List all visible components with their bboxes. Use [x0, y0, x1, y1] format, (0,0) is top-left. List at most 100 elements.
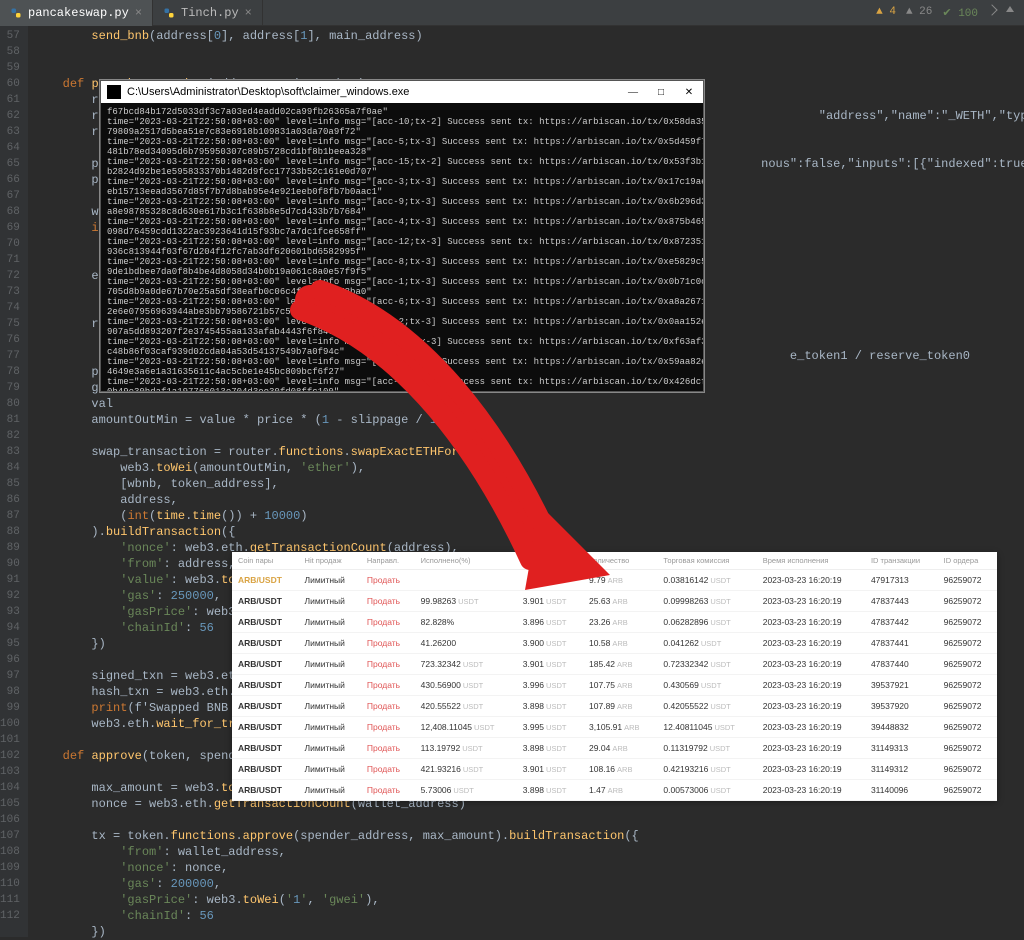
- table-cell: ARB/USDT: [232, 570, 299, 591]
- table-cell: 107.75ARB: [583, 675, 657, 696]
- table-cell: 47837442: [865, 612, 938, 633]
- table-cell: Лимитный: [299, 696, 361, 717]
- close-button[interactable]: ✕: [675, 81, 703, 103]
- table-header-cell: Направл.: [361, 552, 415, 570]
- table-cell: 2023-03-23 16:20:19: [757, 591, 865, 612]
- table-row[interactable]: ARB/USDTЛимитныйПродать723.32342USDT3.90…: [232, 654, 997, 675]
- trade-history-table[interactable]: Сoin пapыHit продажНаправл.Исполнено(%)Ц…: [232, 552, 997, 800]
- ok-count: ✔ 100: [942, 6, 978, 20]
- table-cell: 47837440: [865, 654, 938, 675]
- table-cell: 96259072: [938, 717, 997, 738]
- table-row[interactable]: ARB/USDTЛимитныйПродать113.19792USDT3.89…: [232, 738, 997, 759]
- terminal-window[interactable]: C:\Users\Administrator\Desktop\soft\clai…: [100, 80, 704, 392]
- table-cell: Продать: [361, 591, 415, 612]
- terminal-titlebar[interactable]: C:\Users\Administrator\Desktop\soft\clai…: [101, 81, 703, 103]
- table-cell: 3.896USDT: [517, 612, 583, 633]
- tab-label: pancakeswap.py: [28, 6, 129, 20]
- table-cell: 47837443: [865, 591, 938, 612]
- table-cell: 113.19792USDT: [415, 738, 517, 759]
- close-icon[interactable]: ×: [245, 6, 252, 20]
- table-cell: 420.55522USDT: [415, 696, 517, 717]
- table-cell: 39448832: [865, 717, 938, 738]
- table-cell: 3.901USDT: [517, 591, 583, 612]
- table-cell: 2023-03-23 16:20:19: [757, 780, 865, 801]
- table-cell: 29.04ARB: [583, 738, 657, 759]
- table-cell: ARB/USDT: [232, 738, 299, 759]
- table-cell: 39537920: [865, 696, 938, 717]
- table-header-cell: Hit продаж: [299, 552, 361, 570]
- table-cell: 39537921: [865, 675, 938, 696]
- table-cell: 3.996USDT: [517, 675, 583, 696]
- table-cell: 3.898USDT: [517, 738, 583, 759]
- table-cell: 3.901USDT: [517, 759, 583, 780]
- tab-pancakeswap[interactable]: pancakeswap.py ×: [0, 0, 153, 26]
- table-header-cell: Время исполнения: [757, 552, 865, 570]
- table-cell: 108.16ARB: [583, 759, 657, 780]
- table-cell: 12,408.11045USDT: [415, 717, 517, 738]
- table-row[interactable]: ARB/USDTЛимитныйПродать430.56900USDT3.99…: [232, 675, 997, 696]
- table-cell: 12.40811045USDT: [657, 717, 756, 738]
- table-cell: 31149313: [865, 738, 938, 759]
- table-row[interactable]: ARB/USDTЛимитныйПродать9.79ARB0.03816142…: [232, 570, 997, 591]
- window-controls: — □ ✕: [619, 81, 703, 103]
- table-cell: 0.42193216USDT: [657, 759, 756, 780]
- table-body: ARB/USDTЛимитныйПродать9.79ARB0.03816142…: [232, 570, 997, 801]
- minimize-button[interactable]: —: [619, 81, 647, 103]
- table-cell: 723.32342USDT: [415, 654, 517, 675]
- table-cell: 2023-03-23 16:20:19: [757, 570, 865, 591]
- table-cell: 96259072: [938, 675, 997, 696]
- table-row[interactable]: ARB/USDTЛимитныйПродать82.828%3.896USDT2…: [232, 612, 997, 633]
- table-cell: 47837441: [865, 633, 938, 654]
- table-cell: 1.47ARB: [583, 780, 657, 801]
- table-cell: 3.898USDT: [517, 696, 583, 717]
- maximize-button[interactable]: □: [647, 81, 675, 103]
- table-header-cell: Цена: [517, 552, 583, 570]
- table-cell: ARB/USDT: [232, 591, 299, 612]
- table-row[interactable]: ARB/USDTЛимитныйПродать41.262003.900USDT…: [232, 633, 997, 654]
- table-cell: [415, 570, 517, 591]
- table-header-cell: ID транзакции: [865, 552, 938, 570]
- table-cell: 3.900USDT: [517, 633, 583, 654]
- warnings-count: ▲ 4: [876, 6, 896, 20]
- trade-table: Сoin пapыHit продажНаправл.Исполнено(%)Ц…: [232, 552, 997, 801]
- table-cell: Продать: [361, 738, 415, 759]
- table-cell: 31140096: [865, 780, 938, 801]
- table-cell: 96259072: [938, 591, 997, 612]
- table-cell: 2023-03-23 16:20:19: [757, 612, 865, 633]
- table-cell: 96259072: [938, 633, 997, 654]
- inspection-status: ▲ 4 ▲ 26 ✔ 100: [876, 6, 1024, 20]
- chevron-right-icon[interactable]: [986, 4, 997, 15]
- table-row[interactable]: ARB/USDTЛимитныйПродать99.98263USDT3.901…: [232, 591, 997, 612]
- table-cell: Лимитный: [299, 654, 361, 675]
- table-cell: 0.430569USDT: [657, 675, 756, 696]
- table-cell: 2023-03-23 16:20:19: [757, 759, 865, 780]
- table-cell: 2023-03-23 16:20:19: [757, 717, 865, 738]
- table-cell: 2023-03-23 16:20:19: [757, 675, 865, 696]
- tab-tinch[interactable]: Tinch.py ×: [153, 0, 263, 26]
- table-cell: 47917313: [865, 570, 938, 591]
- terminal-output[interactable]: f67bcd84b172d5033df3c7a03ed4eadd02ca99fb…: [101, 103, 703, 391]
- close-icon[interactable]: ×: [135, 6, 142, 20]
- table-row[interactable]: ARB/USDTЛимитныйПродать12,408.11045USDT3…: [232, 717, 997, 738]
- table-row[interactable]: ARB/USDTЛимитныйПродать420.55522USDT3.89…: [232, 696, 997, 717]
- table-cell: 96259072: [938, 570, 997, 591]
- table-header-cell: Количество: [583, 552, 657, 570]
- table-row[interactable]: ARB/USDTЛимитныйПродать421.93216USDT3.90…: [232, 759, 997, 780]
- table-cell: Лимитный: [299, 675, 361, 696]
- table-cell: 96259072: [938, 612, 997, 633]
- table-cell: 430.56900USDT: [415, 675, 517, 696]
- table-cell: Лимитный: [299, 780, 361, 801]
- table-cell: [517, 570, 583, 591]
- table-cell: Продать: [361, 675, 415, 696]
- table-cell: 96259072: [938, 780, 997, 801]
- arrow-up-icon[interactable]: [1006, 6, 1014, 12]
- table-row[interactable]: ARB/USDTЛимитныйПродать5.73006USDT3.898U…: [232, 780, 997, 801]
- table-cell: 0.72332342USDT: [657, 654, 756, 675]
- table-cell: 96259072: [938, 738, 997, 759]
- table-cell: Лимитный: [299, 717, 361, 738]
- table-cell: Лимитный: [299, 612, 361, 633]
- python-file-icon: [10, 7, 22, 19]
- editor-tabbar: pancakeswap.py × Tinch.py × ▲ 4 ▲ 26 ✔ 1…: [0, 0, 1024, 26]
- table-cell: ARB/USDT: [232, 759, 299, 780]
- table-cell: ARB/USDT: [232, 780, 299, 801]
